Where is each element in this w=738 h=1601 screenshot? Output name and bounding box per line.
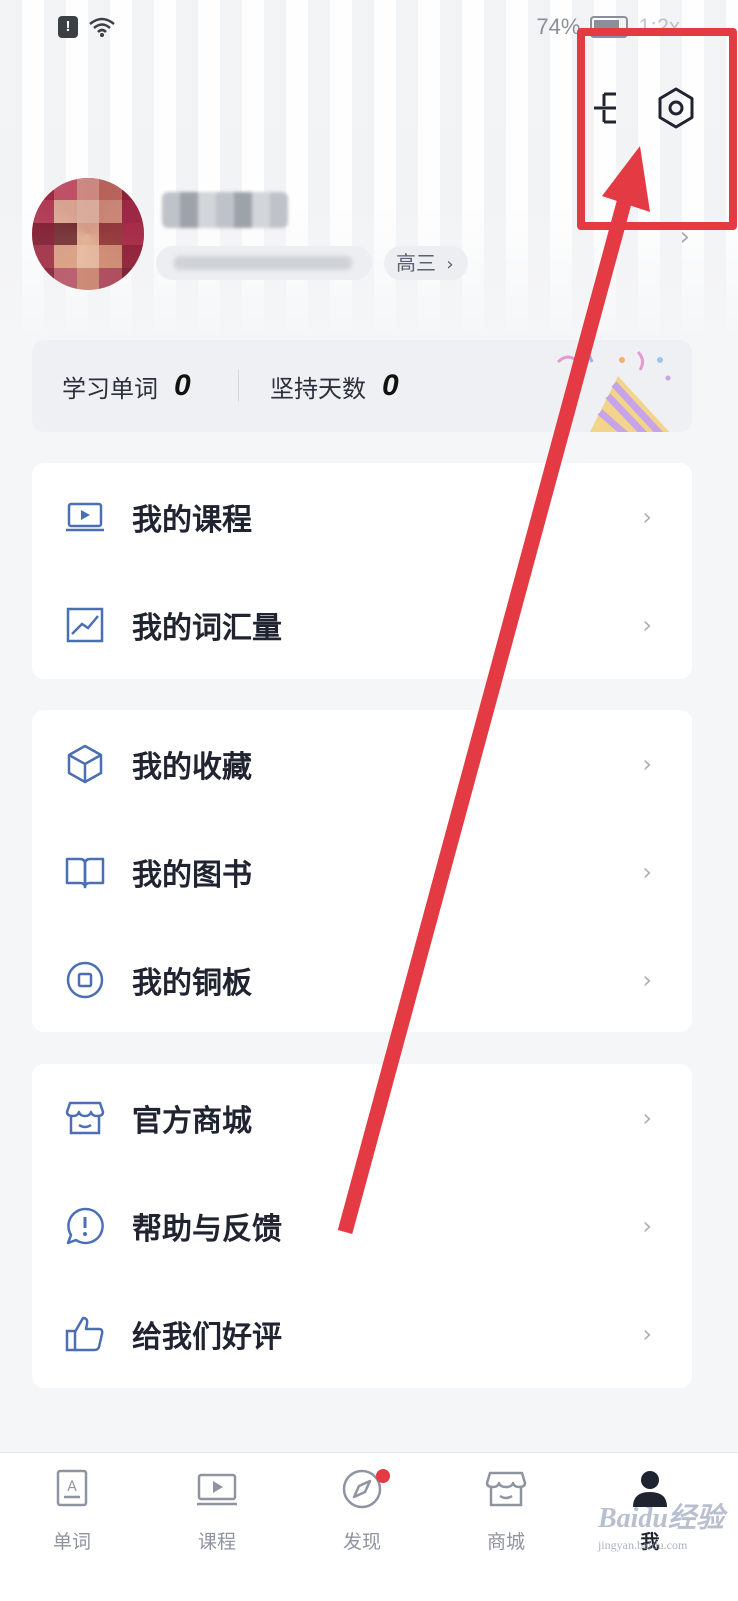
menu-item-my-favorites[interactable]: 我的收藏 ›: [32, 710, 692, 818]
chevron-right-icon: ›: [642, 1212, 652, 1240]
word-card-icon: A: [56, 1469, 88, 1507]
stat-value: 0: [382, 369, 399, 402]
chevron-right-icon: ›: [446, 254, 454, 275]
tab-label: 单词: [52, 1531, 91, 1553]
store-icon: [485, 1471, 527, 1507]
watermark: Baidu经验 jingyan.baidu.com: [598, 1496, 724, 1553]
tab-label: 发现: [342, 1531, 381, 1553]
stat-label: 坚持天数: [270, 374, 366, 403]
avatar[interactable]: [32, 178, 144, 290]
chevron-right-icon: ›: [642, 966, 652, 994]
menu-label: 官方商城: [132, 1104, 252, 1139]
menu-label: 我的图书: [132, 858, 252, 893]
divider: [238, 370, 239, 402]
menu-card-collections: 我的收藏 › 我的图书 › 我的铜板 ›: [32, 710, 692, 1032]
chevron-right-icon: ›: [642, 611, 652, 639]
user-id-redacted: [174, 256, 352, 270]
user-id-pill: [156, 246, 372, 280]
stat-words: 学习单词 0: [62, 340, 191, 432]
tab-label: 课程: [197, 1531, 236, 1553]
status-left: !: [58, 16, 116, 38]
menu-item-my-vocabulary[interactable]: 我的词汇量 ›: [32, 571, 692, 679]
chevron-right-icon: ›: [642, 750, 652, 778]
course-icon: [197, 1473, 237, 1506]
book-icon: [65, 857, 105, 889]
annotation-highlight-box: [577, 28, 737, 230]
menu-label: 我的词汇量: [132, 611, 282, 646]
wifi-icon: [89, 17, 115, 37]
chevron-right-icon: ›: [642, 503, 652, 531]
grade-selector[interactable]: 高三 ›: [384, 246, 468, 280]
party-popper-icon: [556, 350, 671, 432]
menu-label: 我的收藏: [132, 750, 252, 785]
menu-item-rate-us[interactable]: 给我们好评 ›: [32, 1280, 692, 1388]
menu-item-official-store[interactable]: 官方商城 ›: [32, 1064, 692, 1172]
watermark-url: jingyan.baidu.com: [597, 1538, 688, 1552]
avatar-pixelation: [32, 178, 144, 290]
stat-days: 坚持天数 0: [270, 340, 399, 432]
cube-icon: [67, 744, 103, 784]
laptop-play-icon: [66, 502, 104, 532]
chevron-right-icon: ›: [642, 1320, 652, 1348]
menu-item-help-feedback[interactable]: 帮助与反馈 ›: [32, 1172, 692, 1280]
svg-text:A: A: [67, 1479, 77, 1495]
battery-percent: 74%: [536, 14, 581, 39]
tab-store[interactable]: 商城: [446, 1453, 566, 1601]
menu-item-my-coins[interactable]: 我的铜板 ›: [32, 926, 692, 1034]
menu-label: 我的铜板: [132, 966, 252, 1001]
tab-discover[interactable]: 发现: [302, 1453, 422, 1601]
stats-card: 学习单词 0 坚持天数 0: [32, 340, 692, 432]
grade-label: 高三: [396, 251, 436, 275]
menu-card-more: 官方商城 › 帮助与反馈 › 给我们好评 ›: [32, 1064, 692, 1388]
username-redacted: [162, 192, 288, 228]
tab-label: 商城: [486, 1531, 525, 1553]
tab-courses[interactable]: 课程: [157, 1453, 277, 1601]
stat-value: 0: [174, 369, 191, 402]
chevron-right-icon: ›: [642, 858, 652, 886]
menu-label: 我的课程: [132, 503, 252, 538]
stat-label: 学习单词: [62, 374, 158, 403]
watermark-brand: Baidu经验: [597, 1503, 724, 1534]
coin-icon: [66, 961, 104, 999]
menu-label: 帮助与反馈: [132, 1212, 282, 1247]
menu-item-my-books[interactable]: 我的图书 ›: [32, 818, 692, 926]
menu-card-learning: 我的课程 › 我的词汇量 ›: [32, 463, 692, 679]
chevron-right-icon: ›: [642, 1104, 652, 1132]
menu-label: 给我们好评: [132, 1320, 282, 1355]
alert-icon: !: [58, 16, 78, 38]
tab-words[interactable]: A 单词: [12, 1453, 132, 1601]
feedback-icon: [66, 1207, 104, 1245]
notification-dot: [376, 1469, 390, 1483]
menu-item-my-courses[interactable]: 我的课程 ›: [32, 463, 692, 571]
chart-line-icon: [66, 607, 104, 643]
store-icon: [65, 1101, 105, 1135]
thumbs-up-icon: [65, 1316, 104, 1352]
